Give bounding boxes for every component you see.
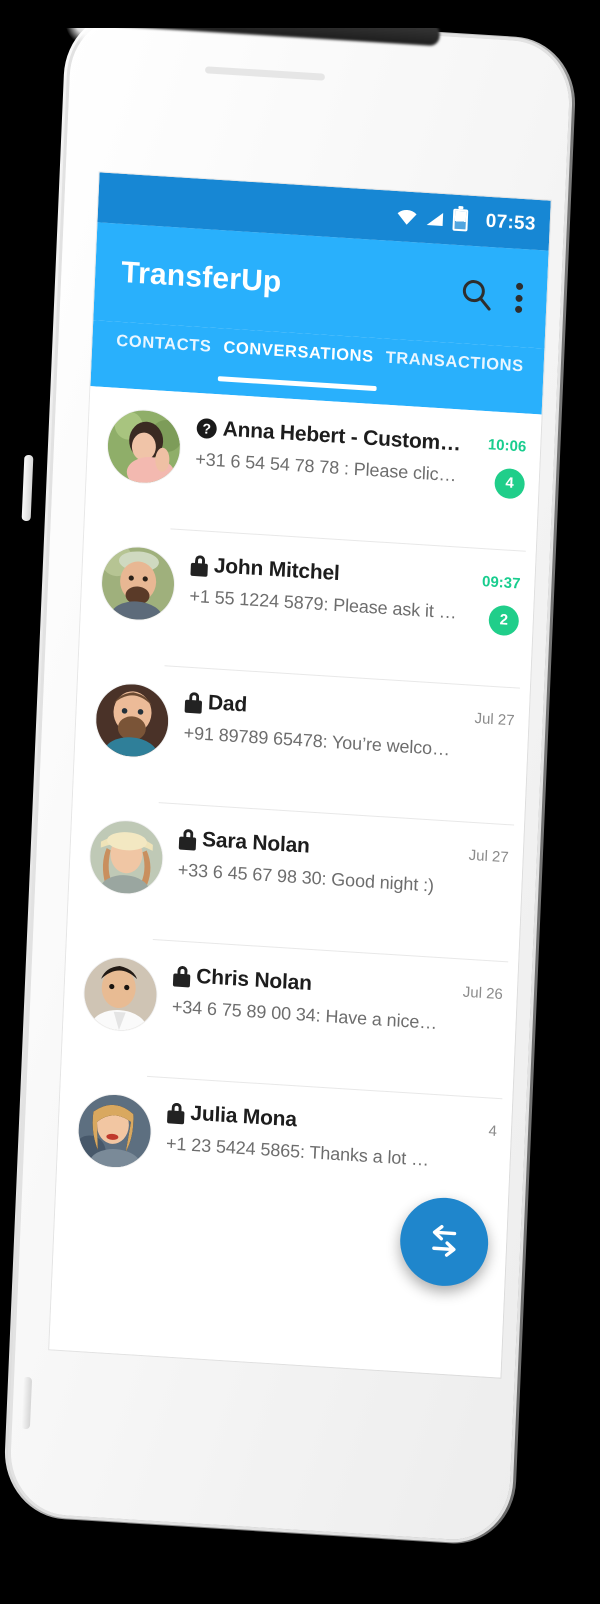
lock-icon	[184, 691, 203, 714]
contact-name: Dad	[207, 691, 248, 717]
wifi-icon	[397, 209, 418, 225]
lock-icon	[172, 965, 191, 987]
lock-icon	[190, 554, 208, 577]
lock-icon	[167, 1102, 185, 1124]
contact-name: Chris Nolan	[195, 964, 313, 996]
message-snippet: +91 89789 65478: You’re welcome ...	[183, 722, 452, 761]
message-snippet: +1 23 5424 5865: Thanks a lot I will ...	[165, 1133, 435, 1171]
message-snippet: +1 55 1224 5879: Please ask it to ...	[189, 585, 458, 624]
search-icon[interactable]	[459, 277, 494, 313]
list-item-text: Julia Mona +1 23 5424 5865: Thanks a lot…	[150, 1091, 436, 1171]
contact-name: Anna Hebert - Customer Help	[222, 417, 465, 457]
transfer-arrows-icon	[432, 1225, 457, 1257]
list-item-text: Sara Nolan +33 6 45 67 98 30: Good night…	[161, 818, 447, 898]
avatar	[94, 682, 170, 759]
phone-screen: 07:53 TransferUp CONTACTS CONVERSATIONS …	[49, 172, 551, 1378]
tab-contacts[interactable]: CONTACTS	[110, 327, 218, 357]
avatar	[106, 408, 182, 485]
list-item-text: Dad +91 89789 65478: You’re welcome ...	[167, 681, 453, 761]
message-snippet: +31 6 54 54 78 78 : Please click on ...	[194, 448, 464, 487]
list-item-meta: Jul 27	[446, 835, 509, 866]
list-item-text: Chris Nolan +34 6 75 89 00 34: Have a ni…	[156, 954, 442, 1034]
app-title: TransferUp	[120, 255, 283, 299]
avatar	[82, 955, 158, 1033]
status-icons: 07:53	[396, 205, 536, 236]
timestamp: 4	[488, 1122, 498, 1140]
conversation-list[interactable]: ? Anna Hebert - Customer Help +31 6 54 5…	[49, 386, 542, 1378]
avatar	[100, 545, 176, 622]
help-icon: ?	[196, 417, 218, 440]
unread-badge: 4	[494, 467, 526, 500]
avatar	[88, 819, 164, 896]
list-item-meta: 4	[435, 1109, 498, 1140]
list-item-meta: Jul 26	[441, 972, 504, 1003]
status-bar-clock: 07:53	[485, 210, 537, 235]
message-snippet: +33 6 45 67 98 30: Good night :)	[177, 859, 435, 896]
battery-icon	[452, 208, 469, 232]
timestamp: Jul 27	[474, 709, 515, 730]
contact-name: John Mitchel	[213, 554, 341, 586]
screenshot-stage: 07:53 TransferUp CONTACTS CONVERSATIONS …	[0, 0, 600, 1604]
timestamp: Jul 26	[462, 983, 504, 1004]
tab-conversations[interactable]: CONVERSATIONS	[217, 334, 380, 367]
more-vert-icon[interactable]	[514, 282, 524, 314]
list-item-text: ? Anna Hebert - Customer Help +31 6 54 5…	[179, 407, 465, 487]
lock-icon	[178, 828, 197, 851]
timestamp: 10:06	[487, 436, 527, 456]
list-item-meta: Jul 27	[452, 698, 515, 729]
contact-name: Julia Mona	[189, 1101, 298, 1132]
contact-name: Sara Nolan	[201, 827, 311, 858]
unread-badge: 2	[488, 604, 520, 637]
signal-icon	[425, 210, 444, 226]
top-mask	[0, 0, 600, 28]
list-item-meta: 09:37 2	[456, 562, 521, 637]
timestamp: 09:37	[481, 573, 521, 593]
bottom-mask	[0, 1590, 600, 1604]
timestamp: Jul 27	[468, 846, 510, 867]
volume-button[interactable]	[21, 454, 34, 522]
list-item-text: John Mitchel +1 55 1224 5879: Please ask…	[173, 544, 459, 624]
message-snippet: +34 6 75 89 00 34: Have a nice day	[171, 996, 440, 1035]
list-item-meta: 10:06 4	[462, 425, 527, 500]
avatar	[77, 1092, 153, 1170]
tab-transactions[interactable]: TRANSACTIONS	[379, 344, 530, 376]
